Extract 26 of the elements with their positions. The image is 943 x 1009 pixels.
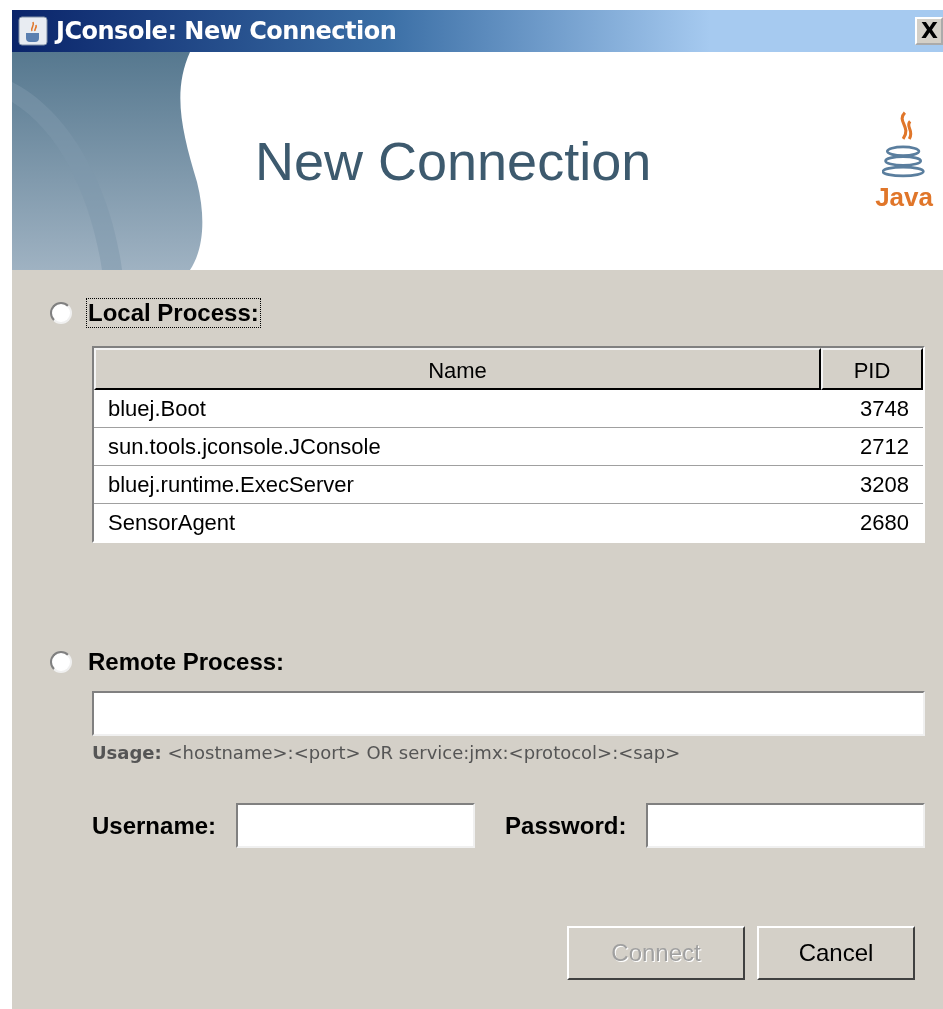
dialog-button[interactable]: Cancel [757,926,915,980]
table-cell-text: bluej.Boot [107,395,207,423]
table-cell-text: sun.tools.jconsole.JConsole [107,433,382,461]
table-cell-text: 2712 [859,433,910,461]
radio-label[interactable]: Remote Process: [86,647,287,677]
password-label: Password: [505,811,627,840]
close-button[interactable]: X [915,17,943,45]
coffee-cup-icon [18,16,48,46]
remote-process-radio[interactable] [50,651,72,673]
local-process-radio[interactable] [50,302,72,324]
banner-heading: New Connection [255,130,653,192]
radio-label[interactable]: Local Process: [86,298,261,328]
logo-text: Java [875,181,933,213]
usage-hint: Usage: <hostname>:<port> OR service:jmx:<protocol>:<sap> [92,742,682,763]
window-title: JConsole: New Connection [56,17,397,45]
username-label: Username: [92,811,217,840]
table-cell-text: 3748 [859,395,910,423]
column-header[interactable]: Name [94,348,821,390]
username-field[interactable] [236,803,476,848]
remote-address-field[interactable] [92,691,925,736]
column-header[interactable]: PID [821,348,923,390]
password-field[interactable] [646,803,925,848]
table-cell-text: 3208 [859,471,910,499]
table-cell-text: SensorAgent [107,509,237,537]
table-cell-text: bluej.runtime.ExecServer [107,471,355,499]
table-cell-text: 2680 [859,509,910,537]
